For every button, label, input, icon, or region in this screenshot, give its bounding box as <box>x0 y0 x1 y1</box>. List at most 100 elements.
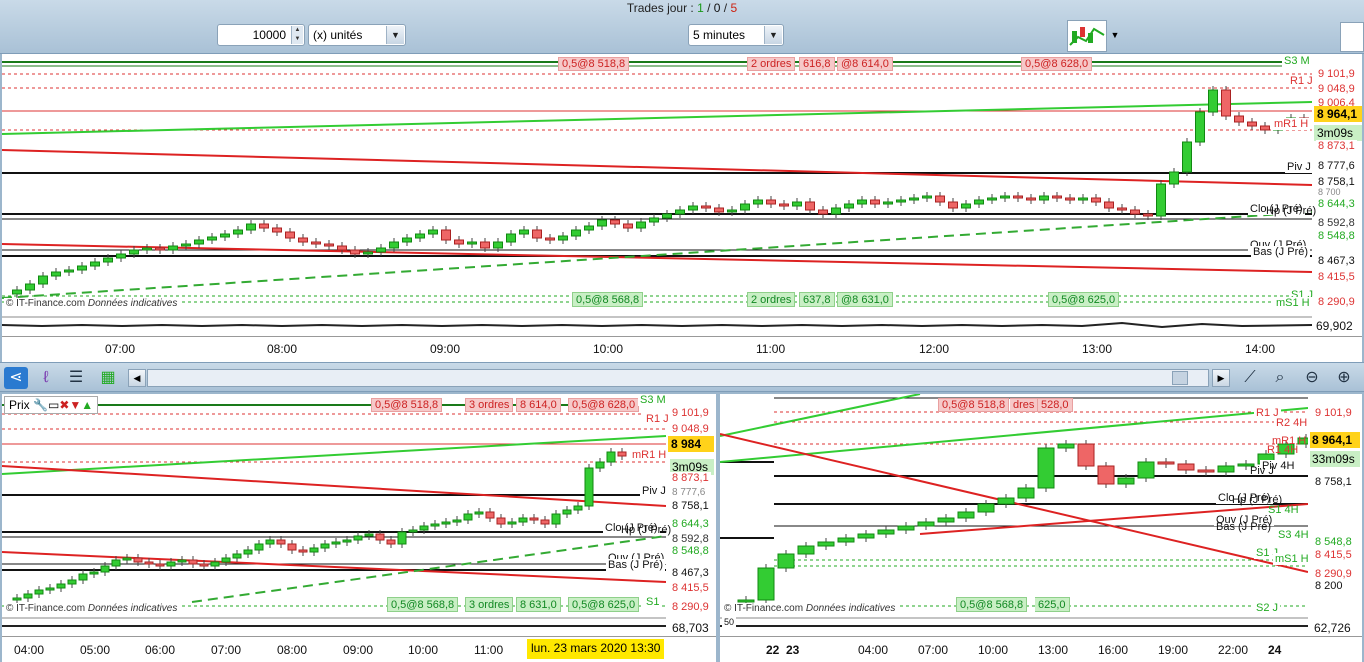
current-price-badge: 8 984 <box>668 436 714 452</box>
close-icon[interactable]: ✖ <box>59 398 69 412</box>
order-tag[interactable]: 0,5@8 568,8 <box>956 597 1028 612</box>
order-tag[interactable]: 0,5@8 628,0 <box>568 398 640 412</box>
candle <box>857 533 875 539</box>
indicator-icon[interactable]: ℓ <box>34 367 58 389</box>
order-tag[interactable]: 0,5@8 518,8 <box>371 398 443 412</box>
order-tag[interactable]: 2 ordres <box>747 57 796 71</box>
drawing-icon[interactable]: ☰ <box>64 367 88 389</box>
candle <box>857 199 867 205</box>
order-tag[interactable]: 637,8 <box>799 292 835 307</box>
order-tag[interactable]: 0,5@8 568,8 <box>387 597 459 612</box>
right-chart[interactable]: 0,5@8 518,8 dres 528,0 0,5@8 568,8 625,0… <box>720 394 1362 662</box>
share-icon[interactable]: ⋖ <box>4 367 28 389</box>
candle <box>51 271 61 277</box>
main-price-plot[interactable] <box>2 54 1312 316</box>
price-label: 8 467,3 <box>1316 255 1357 267</box>
grid-icon[interactable]: ▦ <box>96 367 120 389</box>
candle <box>12 289 22 295</box>
order-tag[interactable]: 616,8 <box>799 57 835 71</box>
scroll-thumb[interactable] <box>1172 371 1188 385</box>
disclaimer-text: Données indicatives <box>87 603 178 614</box>
candle <box>220 233 230 238</box>
order-tag[interactable]: 0,5@8 518,8 <box>558 57 630 71</box>
zoom-in-icon[interactable]: ⊕ <box>1332 367 1356 389</box>
candle <box>1195 111 1205 143</box>
candle <box>67 579 77 585</box>
left-price-plot[interactable] <box>2 394 666 616</box>
prix-panel-header[interactable]: Prix 🔧▭✖▼▲ <box>4 396 99 414</box>
order-tag[interactable]: 0,5@8 625,0 <box>1048 292 1120 307</box>
down-arrow-icon[interactable]: ▼ <box>69 398 81 412</box>
up-arrow-icon[interactable]: ▲ <box>81 398 93 412</box>
candle <box>386 539 396 545</box>
window-icon[interactable]: ▭ <box>48 398 59 412</box>
candle <box>777 553 795 569</box>
candle <box>1169 171 1179 185</box>
order-tag[interactable]: 0,5@8 628,0 <box>1021 57 1093 71</box>
candle <box>194 239 204 245</box>
order-tag[interactable]: 0,5@8 518,8 <box>938 398 1010 412</box>
chevron-down-icon[interactable]: ▼ <box>386 26 404 44</box>
price-label: 8 873,1 <box>1316 140 1357 152</box>
time-tick: 11:00 <box>756 342 786 356</box>
order-tag[interactable]: 3 ordres <box>465 398 514 412</box>
candle <box>89 571 99 575</box>
candle <box>675 209 685 215</box>
oscillator-plot <box>2 617 666 627</box>
candle <box>1156 183 1166 217</box>
price-label: 8 758,1 <box>1313 476 1354 488</box>
candle <box>1117 207 1127 211</box>
candle <box>1182 141 1192 173</box>
timeframe-select[interactable]: 5 minutes ▼ <box>688 24 784 46</box>
order-tag[interactable]: dres <box>1010 398 1039 412</box>
time-tick: 09:00 <box>430 342 461 356</box>
candle <box>1037 447 1055 489</box>
price-label: 9 101,9 <box>670 407 711 419</box>
chevron-down-icon[interactable]: ▼ <box>1108 24 1122 46</box>
order-tag[interactable]: 0,5@8 625,0 <box>568 597 640 612</box>
order-tag[interactable]: @8 631,0 <box>837 292 893 307</box>
scroll-right-button[interactable]: ▶ <box>1212 369 1230 387</box>
zoom-fit-icon[interactable]: ⌕ <box>1268 367 1292 389</box>
ruler-icon[interactable]: ⟋ <box>1238 367 1262 389</box>
chart-type-button[interactable] <box>1067 20 1107 52</box>
scroll-left-button[interactable]: ◀ <box>128 369 146 387</box>
order-tag[interactable]: 2 ordres <box>747 292 796 307</box>
candle <box>232 553 242 559</box>
candle <box>78 573 88 581</box>
candle <box>1221 89 1231 117</box>
candle <box>909 197 919 201</box>
candle <box>877 529 895 535</box>
left-chart[interactable]: Prix 🔧▭✖▼▲ 0,5@8 518,8 3 ordres 8 614,0 … <box>2 394 716 662</box>
order-tag[interactable]: @8 614,0 <box>837 57 893 71</box>
order-tag[interactable]: 3 ordres <box>465 597 514 612</box>
candle <box>311 241 321 245</box>
time-axis: 04:00 05:00 06:00 07:00 08:00 09:00 10:0… <box>2 636 716 662</box>
quantity-stepper[interactable]: 10000 ▲ ▼ <box>217 24 305 46</box>
time-tick: 07:00 <box>918 643 949 657</box>
order-tag[interactable]: 8 614,0 <box>516 398 561 412</box>
order-tag[interactable]: 528,0 <box>1038 398 1073 412</box>
trades-wins: 1 <box>697 1 704 15</box>
candle <box>376 247 386 253</box>
main-chart[interactable]: 0,5@8 518,8 2 ordres 616,8 @8 614,0 0,5@… <box>2 54 1362 362</box>
stepper-arrows-icon[interactable]: ▲ ▼ <box>291 26 303 44</box>
candle <box>243 549 253 555</box>
right-price-plot[interactable] <box>720 394 1308 616</box>
level-label: mR1 H <box>630 449 669 461</box>
oscillator-plot <box>2 316 1312 329</box>
candle <box>529 517 539 521</box>
color-palette-icon[interactable] <box>1340 22 1364 52</box>
candle <box>551 513 561 525</box>
zoom-out-icon[interactable]: ⊖ <box>1300 367 1324 389</box>
candle <box>375 533 385 541</box>
candle <box>623 223 633 229</box>
candle <box>1065 197 1075 201</box>
order-tag[interactable]: 8 631,0 <box>516 597 561 612</box>
chevron-down-icon[interactable]: ▼ <box>764 26 782 44</box>
horizontal-scrollbar[interactable] <box>147 369 1209 387</box>
wrench-icon[interactable]: 🔧 <box>33 398 48 412</box>
unit-select[interactable]: (x) unités ▼ <box>308 24 406 46</box>
order-tag[interactable]: 625,0 <box>1035 597 1070 612</box>
order-tag[interactable]: 0,5@8 568,8 <box>572 292 644 307</box>
